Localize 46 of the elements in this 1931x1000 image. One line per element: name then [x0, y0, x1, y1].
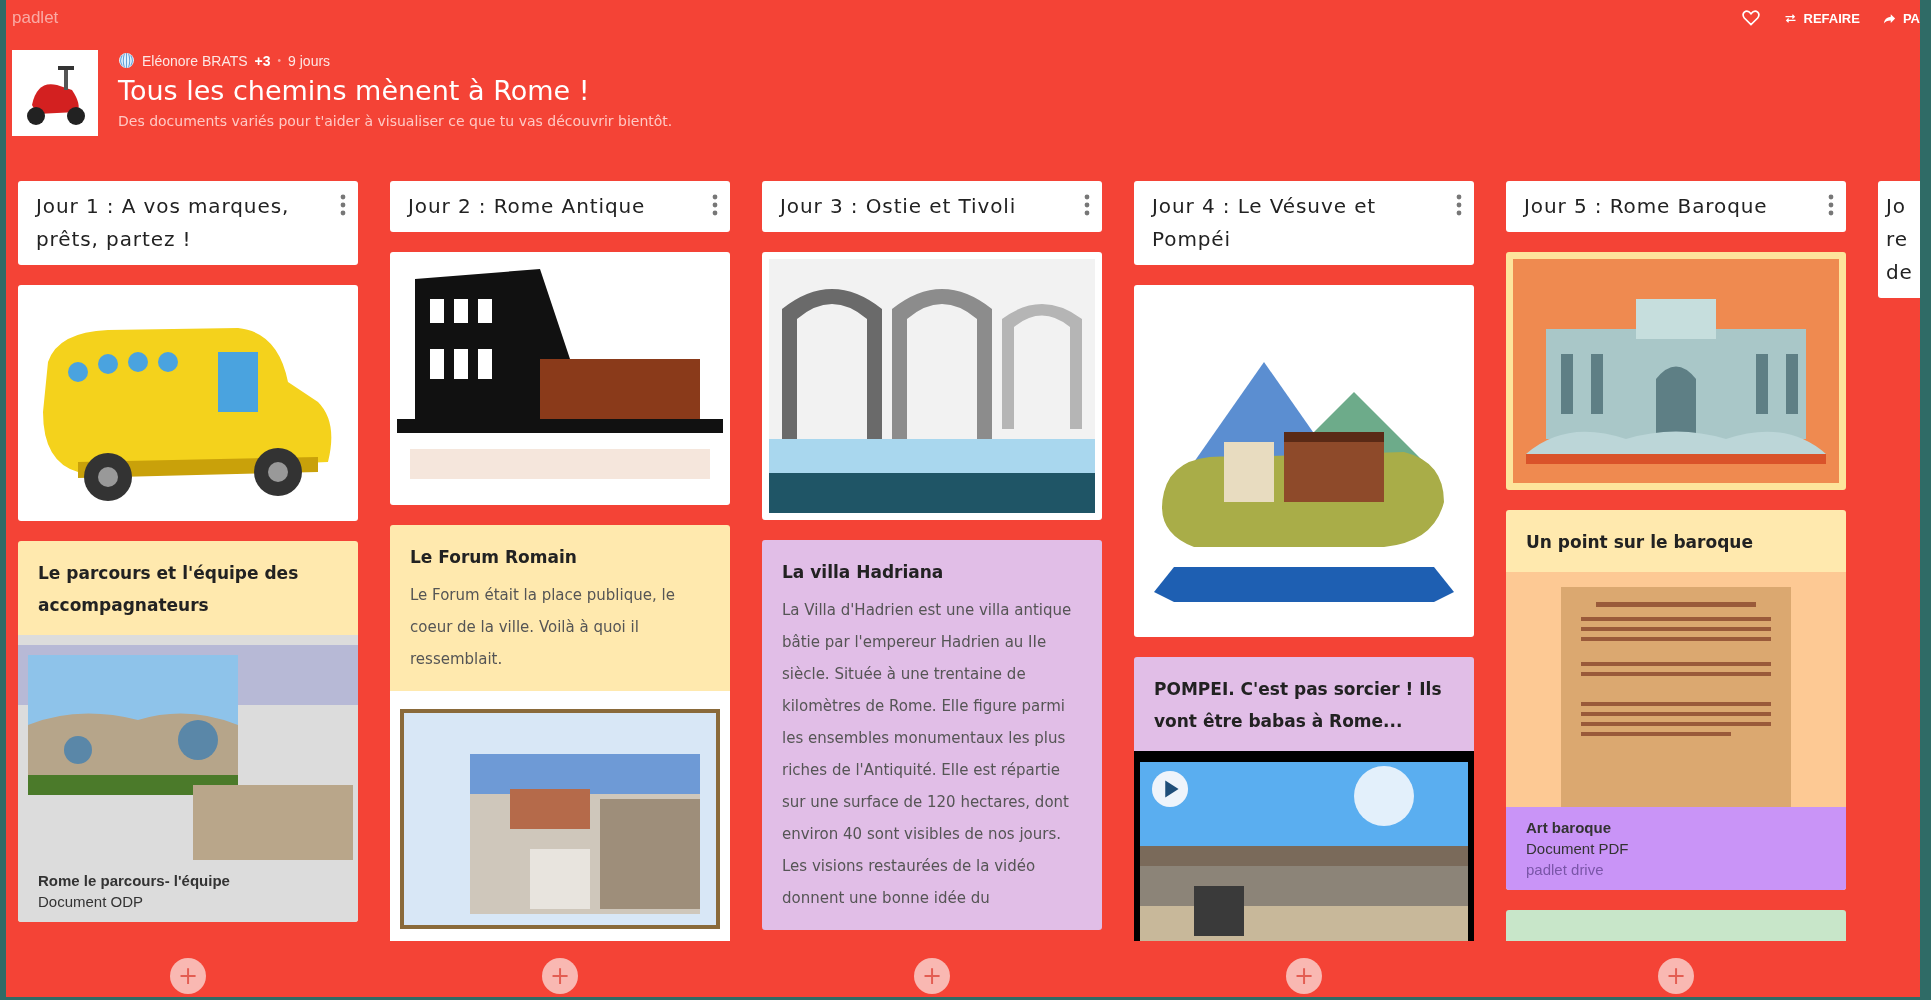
- post-card[interactable]: Le parcours et l'équipe des accompagnateurs Rome le parcours- l'équipe Document ODP: [18, 541, 358, 922]
- column-title: Jour 4 : Le Vésuve et Pompéi: [1152, 193, 1378, 253]
- attachment-source: padlet drive: [1526, 860, 1605, 880]
- more-icon[interactable]: [1456, 194, 1462, 216]
- board-description: Des documents variés pour t'aider à visualiser ce que tu vas découvrir bientôt.: [118, 113, 673, 129]
- more-icon[interactable]: [1828, 194, 1834, 216]
- post-body: Le Forum était la place publique, le coeur de la ville. Voilà à quoi il ressemblait.: [409, 585, 676, 670]
- play-icon[interactable]: [1151, 770, 1189, 808]
- post-card[interactable]: [762, 540, 1102, 930]
- column-title: Jour 5 : Rome Baroque: [1524, 193, 1768, 220]
- attachment-type: Document PDF: [1526, 839, 1630, 859]
- post-title: La villa Hadriana: [781, 561, 945, 584]
- contributor-count: +3: [254, 52, 271, 69]
- attachment-type: Document ODP: [38, 892, 145, 912]
- globe-icon: [118, 52, 135, 69]
- post-title: POMPEI. C'est pas sorcier ! Ils vont être babas à Rome...: [1153, 678, 1443, 733]
- more-icon[interactable]: [1084, 194, 1090, 216]
- post-title: Le parcours et l'équipe des accompagnateurs: [37, 562, 300, 617]
- padlet-logo: padlet: [12, 8, 59, 28]
- post-card[interactable]: Le Forum Romain Le Forum était la place publique, le coeur de la ville. Voilà à quoi il ressemblait.: [390, 525, 730, 941]
- post-title: Un point sur le baroque: [1525, 531, 1754, 554]
- attachment-preview[interactable]: Art baroque Document PDF padlet drive: [1506, 572, 1846, 890]
- share-button[interactable]: PA: [1881, 10, 1920, 26]
- add-post-button[interactable]: +: [1658, 958, 1694, 994]
- board-title: Tous les chemins mènent à Rome !: [118, 74, 591, 108]
- column-title: Jo re de: [1886, 193, 1914, 286]
- attachment-name: Art baroque: [1526, 818, 1612, 838]
- add-post-button[interactable]: +: [170, 958, 206, 994]
- post-card[interactable]: POMPEI. C'est pas sorcier ! Ils vont être babas à Rome...: [1134, 657, 1474, 941]
- add-post-button[interactable]: +: [542, 958, 578, 994]
- post-body: La Villa d'Hadrien est une villa antique bâtie par l'empereur Hadrien au IIe siècle. Située à une trentaine de kilomètres de Rome. Elle figure parmi les ensembles monumentaux les plus riches de l'Antiquité. Elle est répartie sur une surface de 120 hectares, dont environ 40 sont visibles de nos jours. Les visions restaurées de la vidéo donnent une bonne idée du: [781, 600, 1073, 909]
- add-post-button[interactable]: +: [1286, 958, 1322, 994]
- column-title: Jour 2 : Rome Antique: [408, 193, 646, 220]
- more-icon[interactable]: [340, 194, 346, 216]
- column-title: Jour 1 : A vos marques, prêts, partez !: [36, 193, 291, 253]
- add-post-button[interactable]: +: [914, 958, 950, 994]
- remake-button[interactable]: REFAIRE: [1782, 10, 1860, 26]
- column-title: Jour 3 : Ostie et Tivoli: [780, 193, 1017, 220]
- post-card[interactable]: Un point sur le baroque Art baroque Document PDF padlet drive: [1506, 510, 1846, 890]
- post-title: Le Forum Romain: [409, 546, 578, 569]
- post-age: 9 jours: [288, 52, 331, 69]
- heart-icon[interactable]: [1740, 8, 1761, 28]
- attachment-name: Rome le parcours- l'équipe: [38, 871, 231, 891]
- separator-dot: •: [277, 55, 282, 66]
- more-icon[interactable]: [712, 194, 718, 216]
- author-name[interactable]: Eléonore BRATS: [142, 52, 248, 69]
